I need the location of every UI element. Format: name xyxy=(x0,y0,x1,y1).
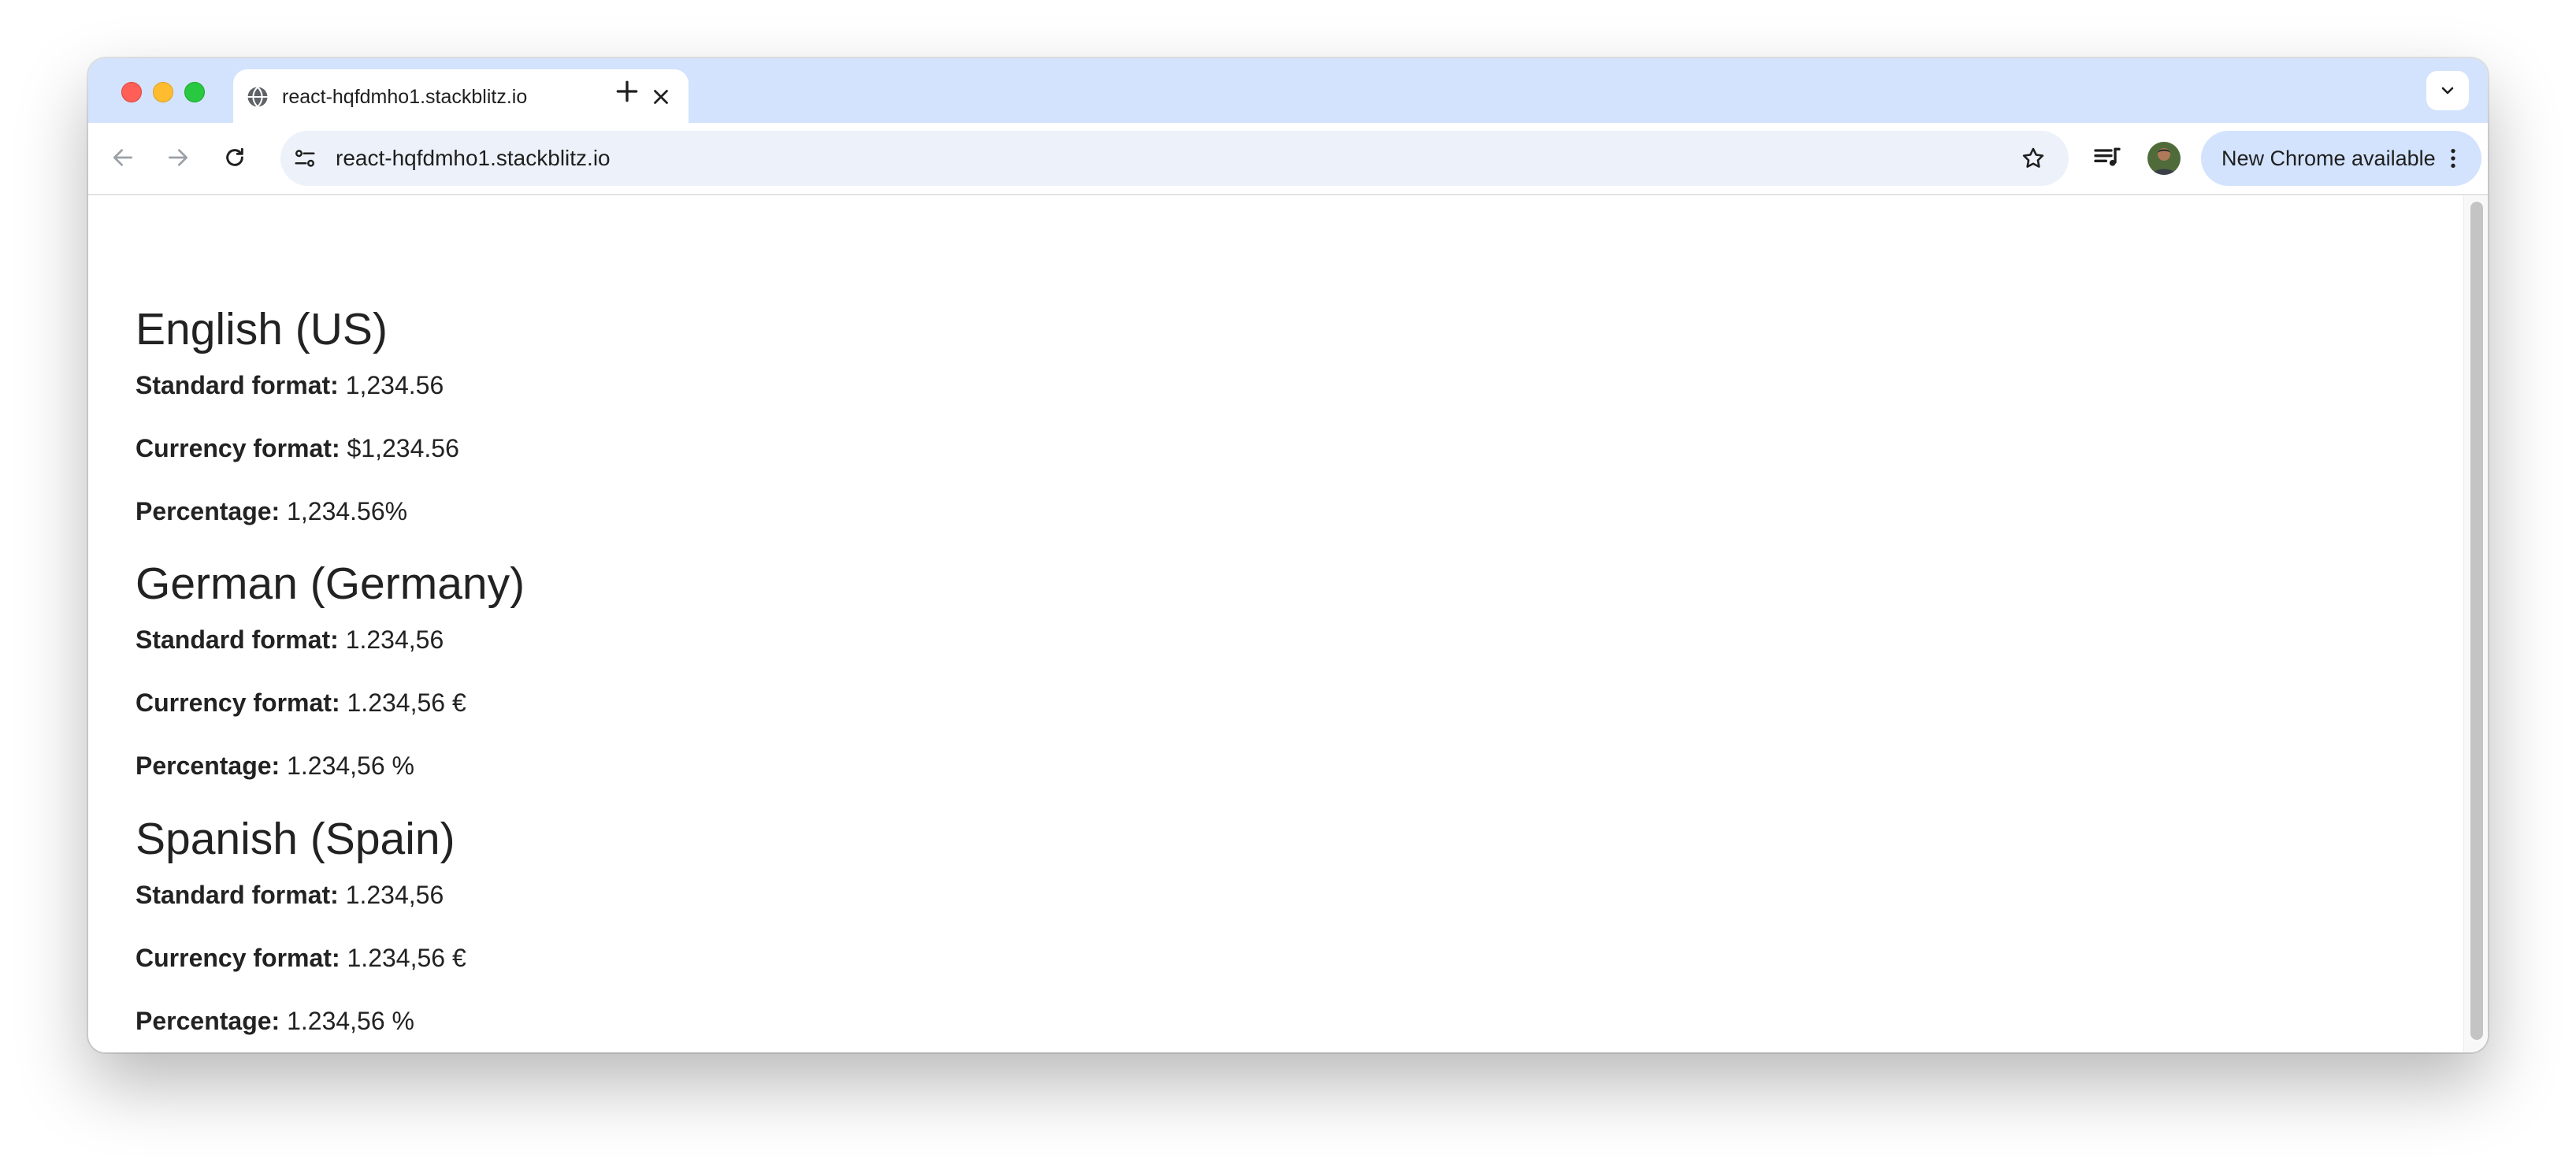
section-title-english-us: English (US) xyxy=(135,304,388,354)
row-label: Percentage: xyxy=(135,1007,280,1035)
reload-button[interactable] xyxy=(217,140,252,175)
kebab-menu-icon[interactable] xyxy=(2441,146,2466,171)
zoom-window-button[interactable] xyxy=(184,82,205,102)
row-value: 1.234,56 % xyxy=(287,1007,414,1035)
row-percentage: Percentage: 1,234.56% xyxy=(135,495,407,527)
row-label: Standard format: xyxy=(135,371,339,399)
media-controls-button[interactable] xyxy=(2088,139,2127,178)
row-label: Currency format: xyxy=(135,434,340,462)
row-currency-format: Currency format: 1.234,56 € xyxy=(135,687,466,718)
tab-title: react-hqfdmho1.stackblitz.io xyxy=(282,86,528,108)
playlist-icon xyxy=(2094,147,2121,166)
row-label: Currency format: xyxy=(135,688,340,717)
row-standard-format: Standard format: 1,234.56 xyxy=(135,369,444,401)
close-icon[interactable] xyxy=(649,85,673,109)
row-percentage: Percentage: 1.234,56 % xyxy=(135,1005,414,1037)
page-content: English (US) Standard format: 1,234.56 C… xyxy=(88,195,2488,1052)
row-value: 1.234,56 € xyxy=(347,688,466,717)
row-label: Percentage: xyxy=(135,752,280,780)
minimize-window-button[interactable] xyxy=(153,82,173,102)
row-value: 1.234,56 xyxy=(345,625,444,654)
row-currency-format: Currency format: $1,234.56 xyxy=(135,432,459,464)
row-currency-format: Currency format: 1.234,56 € xyxy=(135,942,466,974)
arrow-left-icon xyxy=(113,149,132,166)
row-standard-format: Standard format: 1.234,56 xyxy=(135,879,444,911)
star-icon[interactable] xyxy=(2020,145,2047,172)
row-value: 1,234.56% xyxy=(287,497,408,525)
toolbar: react-hqfdmho1.stackblitz.io New Chrome … xyxy=(88,123,2488,195)
scrollbar-thumb[interactable] xyxy=(2470,202,2483,1040)
row-label: Standard format: xyxy=(135,881,339,909)
update-label: New Chrome available xyxy=(2222,147,2436,170)
avatar[interactable] xyxy=(2147,142,2181,175)
plus-icon[interactable] xyxy=(611,76,643,107)
address-bar[interactable]: react-hqfdmho1.stackblitz.io xyxy=(280,131,2069,186)
row-value: 1.234,56 € xyxy=(347,944,466,972)
row-label: Standard format: xyxy=(135,625,339,654)
url-text[interactable]: react-hqfdmho1.stackblitz.io xyxy=(336,144,611,173)
tab-strip: react-hqfdmho1.stackblitz.io xyxy=(88,58,2488,123)
reload-icon xyxy=(226,147,243,166)
back-button[interactable] xyxy=(106,140,140,175)
update-chrome-button[interactable]: New Chrome available xyxy=(2201,131,2481,186)
section-title-spanish-spain: Spanish (Spain) xyxy=(135,814,455,864)
row-value: 1.234,56 % xyxy=(287,752,414,780)
row-percentage: Percentage: 1.234,56 % xyxy=(135,750,414,781)
close-window-button[interactable] xyxy=(121,82,142,102)
row-label: Percentage: xyxy=(135,497,280,525)
tab-search-button[interactable] xyxy=(2426,71,2469,110)
row-standard-format: Standard format: 1.234,56 xyxy=(135,624,444,655)
row-label: Currency format: xyxy=(135,944,340,972)
row-value: 1.234,56 xyxy=(345,881,444,909)
vertical-scrollbar[interactable] xyxy=(2463,195,2488,1052)
globe-icon xyxy=(247,86,268,108)
arrow-right-icon xyxy=(169,149,187,166)
profile-avatar-icon xyxy=(2147,142,2181,175)
row-value: 1,234.56 xyxy=(345,371,444,399)
tune-icon[interactable] xyxy=(293,147,317,170)
forward-button[interactable] xyxy=(161,140,195,175)
chevron-down-icon xyxy=(2441,87,2454,95)
browser-window: react-hqfdmho1.stackblitz.io react-hqfdm… xyxy=(88,58,2488,1052)
section-title-german-germany: German (Germany) xyxy=(135,559,525,609)
row-value: $1,234.56 xyxy=(347,434,459,462)
